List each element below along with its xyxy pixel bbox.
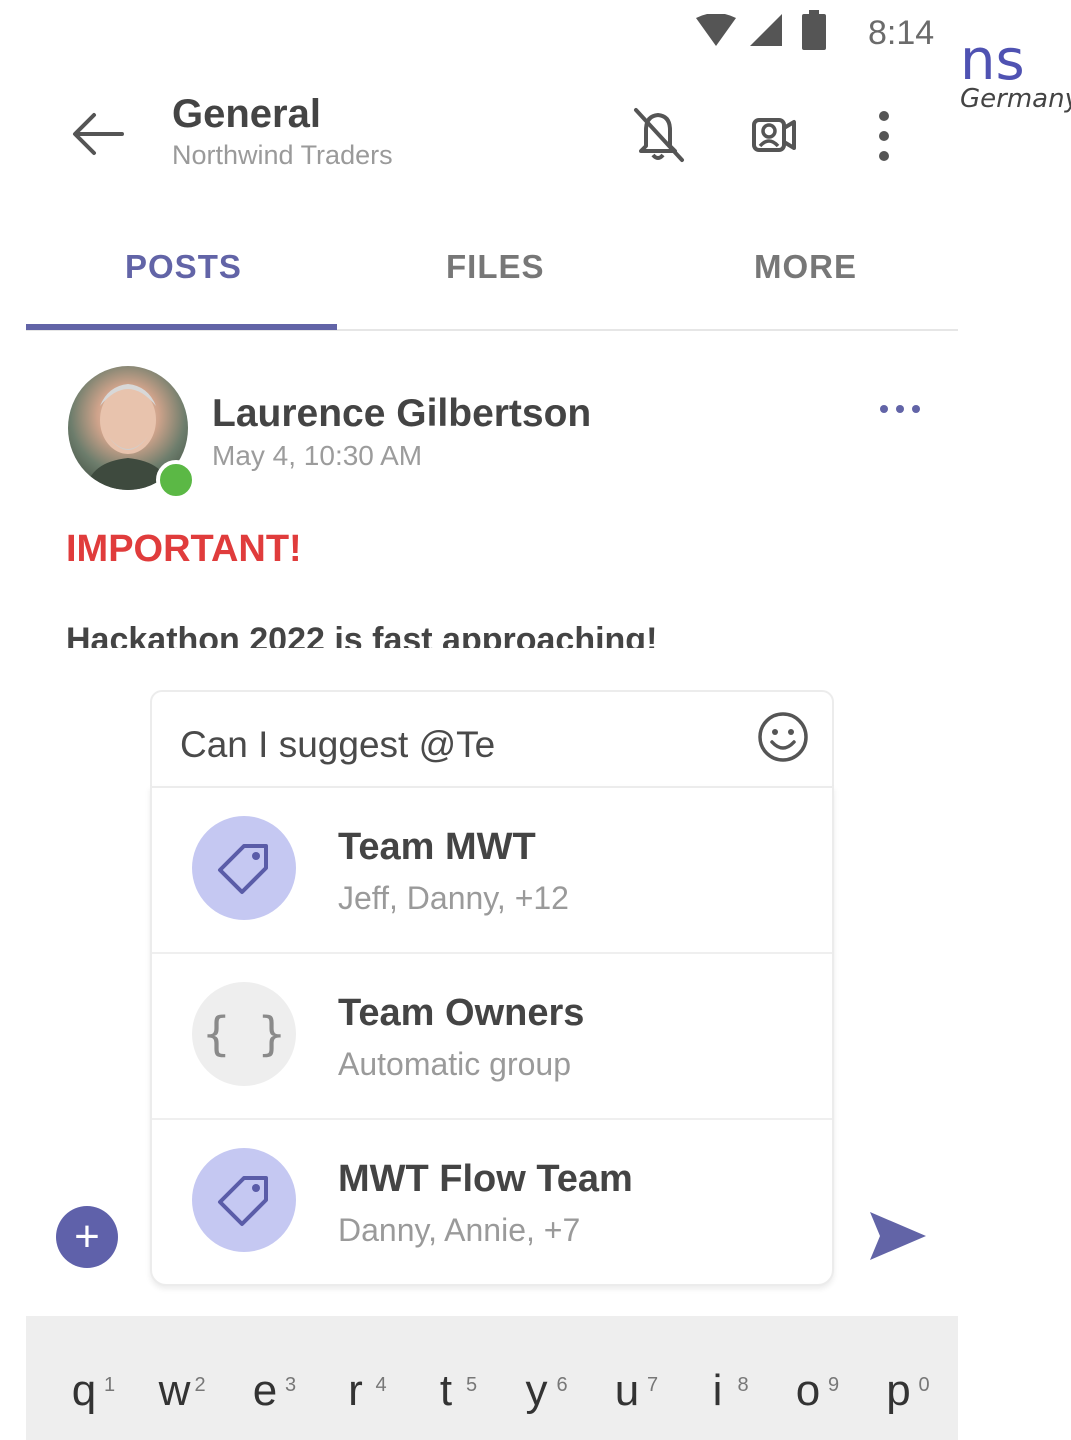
key-number-hint: 0 <box>918 1374 930 1396</box>
key-number-hint: 3 <box>285 1374 297 1396</box>
post-body: Hackathon 2022 is fast approaching! <box>66 621 658 648</box>
compose-box[interactable]: Can I suggest @Te <box>150 690 834 792</box>
key-number-hint: 8 <box>737 1374 749 1396</box>
suggestion-members: Danny, Annie, +7 <box>338 1212 581 1248</box>
more-vertical-icon[interactable] <box>872 108 896 164</box>
key-number-hint: 2 <box>194 1374 206 1396</box>
meet-now-icon[interactable] <box>744 104 804 164</box>
tag-icon <box>192 1148 296 1252</box>
team-name: Northwind Traders <box>172 140 393 170</box>
suggestion-name: Team MWT <box>338 826 536 868</box>
on-screen-keyboard: q1w2e3r4t5y6u7i8o9p0 <box>26 1316 958 1440</box>
status-bar: 8:14 <box>26 0 958 70</box>
bell-off-icon[interactable] <box>628 104 688 164</box>
key-number-hint: 6 <box>556 1374 568 1396</box>
watermark-subtext: Germany <box>960 84 1071 114</box>
tab-posts[interactable]: POSTS <box>125 248 242 286</box>
post-author[interactable]: Laurence Gilbertson <box>212 392 591 436</box>
back-arrow-icon[interactable] <box>70 110 126 158</box>
channel-title: General <box>172 92 321 136</box>
suggestion-members: Jeff, Danny, +12 <box>338 880 569 916</box>
suggestion-item-team-owners[interactable]: { } Team Owners Automatic group <box>152 954 832 1120</box>
tab-files[interactable]: FILES <box>446 248 545 286</box>
compose-input[interactable]: Can I suggest @Te <box>180 724 495 766</box>
add-attachment-button[interactable]: + <box>56 1206 118 1268</box>
suggestion-name: MWT Flow Team <box>338 1158 633 1200</box>
key-number-hint: 5 <box>466 1374 478 1396</box>
suggestion-item-mwt-flow-team[interactable]: MWT Flow Team Danny, Annie, +7 <box>152 1120 832 1284</box>
post-more-icon[interactable] <box>878 402 922 416</box>
key-number-hint: 9 <box>828 1374 840 1396</box>
tag-icon <box>192 816 296 920</box>
battery-icon <box>802 10 826 50</box>
post-timestamp: May 4, 10:30 AM <box>212 440 423 471</box>
key-number-hint: 4 <box>375 1374 387 1396</box>
presence-available-badge <box>156 460 196 500</box>
key-number-hint: 7 <box>647 1374 659 1396</box>
key-number-hint: 1 <box>104 1374 116 1396</box>
suggestion-item-team-mwt[interactable]: Team MWT Jeff, Danny, +12 <box>152 788 832 954</box>
suggestion-name: Team Owners <box>338 992 585 1034</box>
emoji-icon[interactable] <box>756 710 810 764</box>
mention-suggestions: Team MWT Jeff, Danny, +12 { } Team Owner… <box>150 786 834 1286</box>
suggestion-members: Automatic group <box>338 1046 572 1082</box>
tab-more[interactable]: MORE <box>754 248 857 286</box>
wifi-icon <box>696 14 736 46</box>
active-tab-indicator <box>26 324 337 330</box>
send-icon[interactable] <box>866 1206 930 1266</box>
status-time: 8:14 <box>868 14 935 52</box>
post-important-label: IMPORTANT! <box>66 528 302 570</box>
signal-icon <box>750 14 782 46</box>
phone-screen: 8:14 General Northwind Traders POSTS FIL… <box>26 0 958 1440</box>
braces-icon: { } <box>192 982 296 1086</box>
